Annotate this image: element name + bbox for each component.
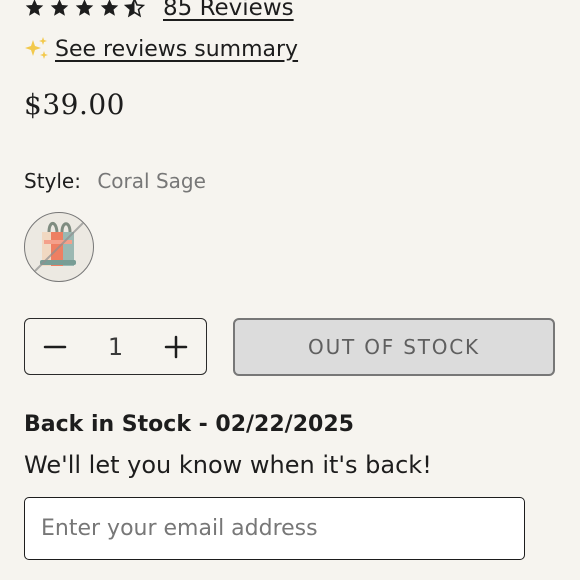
quantity-stepper: 1 [24, 318, 207, 375]
coral-sage-bag-thumbnail [34, 221, 84, 272]
minus-icon [43, 345, 67, 348]
increase-quantity-button[interactable] [163, 334, 189, 360]
selected-style-value: Coral Sage [97, 169, 206, 193]
reviews-summary-link[interactable]: See reviews summary [55, 37, 298, 62]
star-icon [50, 0, 69, 16]
plus-icon [164, 335, 188, 358]
product-price: $39.00 [24, 88, 125, 121]
rating-row: 85 Reviews [24, 0, 294, 24]
decrease-quantity-button[interactable] [42, 334, 68, 360]
reviews-summary-link-row[interactable]: See reviews summary [24, 36, 298, 62]
style-swatch-coral-sage[interactable] [24, 212, 94, 282]
quantity-value[interactable]: 1 [96, 333, 136, 361]
star-rating [24, 0, 145, 19]
style-label: Style: [24, 169, 81, 193]
star-icon [100, 0, 119, 16]
sparkle-icon [25, 37, 48, 59]
style-selector-label: Style: Coral Sage [24, 169, 206, 193]
back-in-stock-subtitle: We'll let you know when it's back! [24, 451, 432, 479]
reviews-link[interactable]: 85 Reviews [163, 0, 294, 21]
half-star-icon [124, 0, 145, 18]
out-of-stock-button[interactable]: OUT OF STOCK [233, 318, 555, 376]
star-icon [75, 0, 94, 16]
back-in-stock-title: Back in Stock - 02/22/2025 [24, 412, 354, 437]
email-field[interactable] [24, 497, 525, 560]
star-icon [25, 0, 44, 16]
